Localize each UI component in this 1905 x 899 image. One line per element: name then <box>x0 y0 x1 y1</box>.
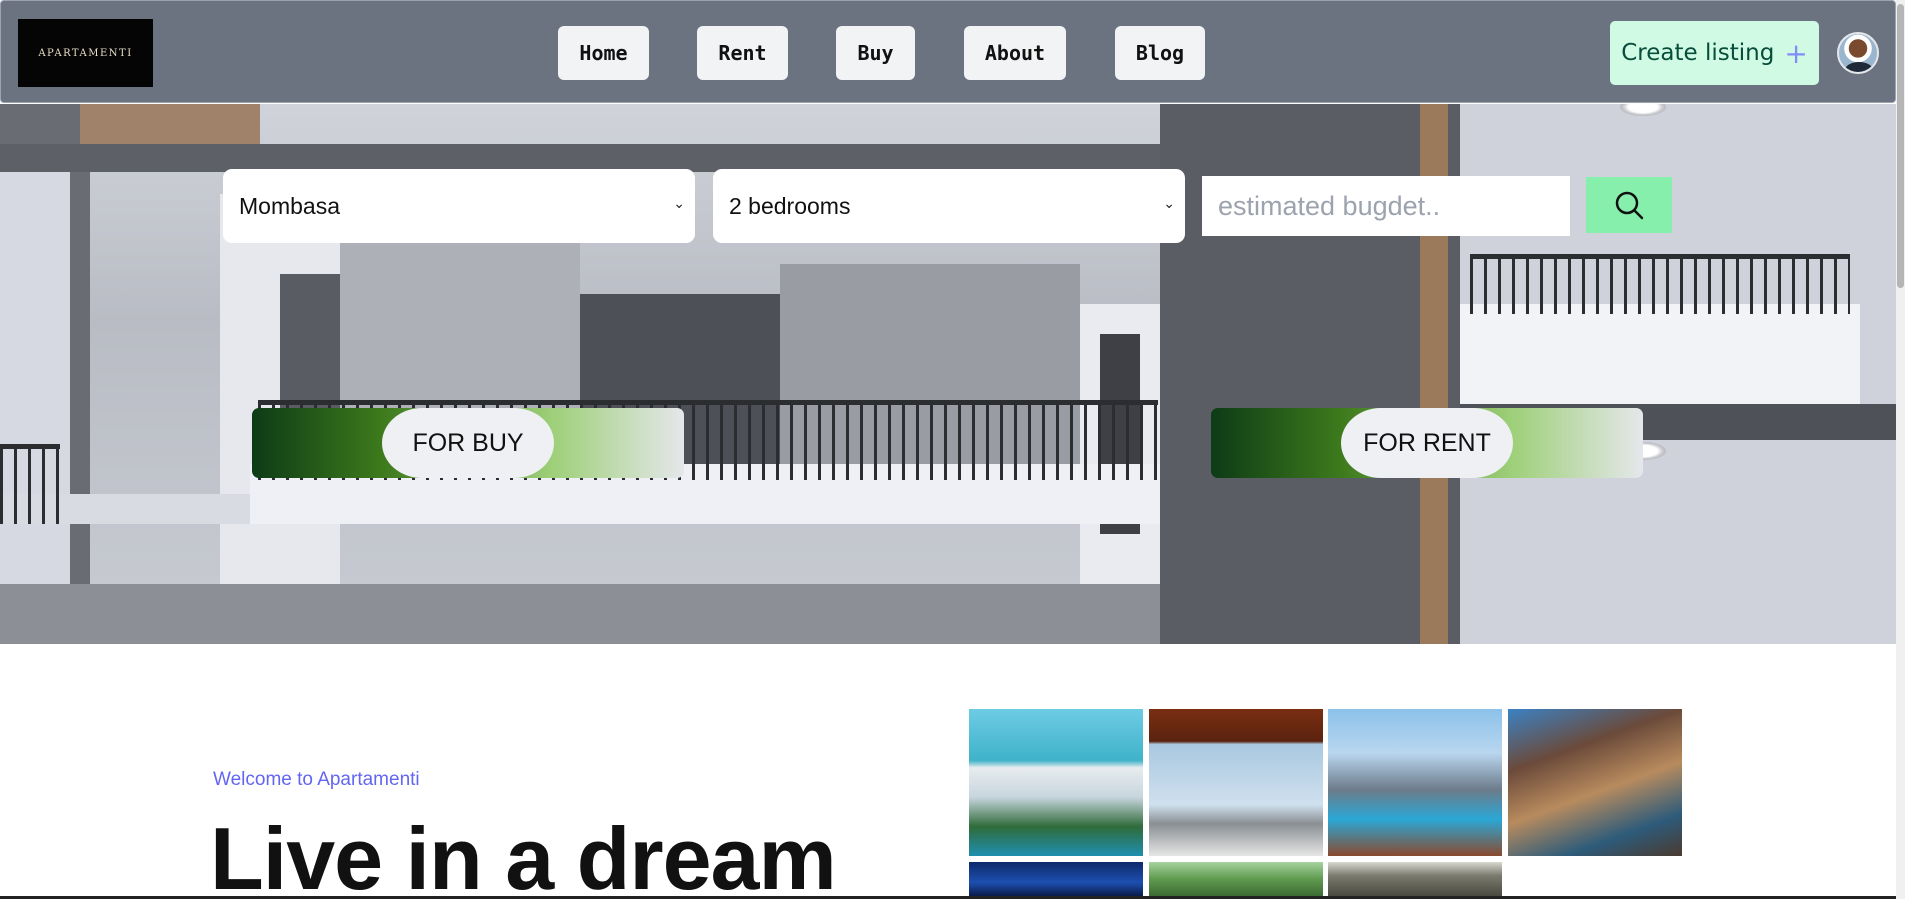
hero-headline: Live in a dream <box>210 809 837 899</box>
create-listing-label: Create listing <box>1621 40 1775 66</box>
nav-blog-label: Blog <box>1135 41 1185 65</box>
for-rent-label: FOR RENT <box>1341 408 1513 478</box>
nav-home-label: Home <box>579 41 628 65</box>
nav-rent-button[interactable]: Rent <box>697 26 788 80</box>
logo-text: APARTAMENTI <box>38 47 133 59</box>
nav-rent-label: Rent <box>718 41 767 65</box>
gallery-image-balcony-view[interactable] <box>1149 709 1323 856</box>
nav-blog-button[interactable]: Blog <box>1115 26 1205 80</box>
bedrooms-select[interactable]: 2 bedrooms ⌄ <box>713 169 1185 243</box>
for-rent-button[interactable]: FOR RENT <box>1211 408 1643 478</box>
gallery-image-tree[interactable] <box>1328 862 1502 896</box>
hero-banner: Mombasa ⌄ 2 bedrooms ⌄ estimated bugdet.… <box>0 104 1896 644</box>
chevron-down-icon: ⌄ <box>673 195 685 211</box>
avatar-shirt <box>1845 62 1873 72</box>
create-listing-button[interactable]: Create listing + <box>1610 21 1819 85</box>
location-select-value: Mombasa <box>239 192 340 219</box>
gallery-image-blue-room[interactable] <box>969 862 1143 896</box>
budget-placeholder: estimated bugdet.. <box>1218 190 1441 221</box>
gallery-image-rooftop-lounge[interactable] <box>1508 709 1682 856</box>
welcome-text: Welcome to Apartamenti <box>213 769 420 790</box>
gallery-image-garden[interactable] <box>1149 862 1323 896</box>
scrollbar-thumb[interactable] <box>1897 4 1904 288</box>
nav-buy-label: Buy <box>857 41 894 65</box>
bedrooms-select-value: 2 bedrooms <box>729 192 851 219</box>
nav-home-button[interactable]: Home <box>558 26 649 80</box>
search-icon <box>1615 191 1644 220</box>
chevron-down-icon: ⌄ <box>1163 195 1175 211</box>
page-scrollbar[interactable] <box>1896 0 1905 899</box>
search-button[interactable] <box>1586 177 1672 233</box>
top-nav-bar: APARTAMENTI Home Rent Buy About Blog Cre… <box>0 0 1896 103</box>
gallery-image-rooftop-pool[interactable] <box>1328 709 1502 856</box>
location-select[interactable]: Mombasa ⌄ <box>223 169 695 243</box>
nav-about-button[interactable]: About <box>964 26 1066 80</box>
for-buy-button[interactable]: FOR BUY <box>252 408 684 478</box>
apartamenti-logo[interactable]: APARTAMENTI <box>18 19 153 87</box>
nav-about-label: About <box>984 41 1046 65</box>
plus-icon: + <box>1784 36 1808 70</box>
gallery-image-beach-villa[interactable] <box>969 709 1143 856</box>
nav-buy-button[interactable]: Buy <box>836 26 915 80</box>
for-buy-label: FOR BUY <box>382 408 554 478</box>
budget-input[interactable]: estimated bugdet.. <box>1202 176 1570 236</box>
user-avatar[interactable] <box>1837 32 1879 74</box>
